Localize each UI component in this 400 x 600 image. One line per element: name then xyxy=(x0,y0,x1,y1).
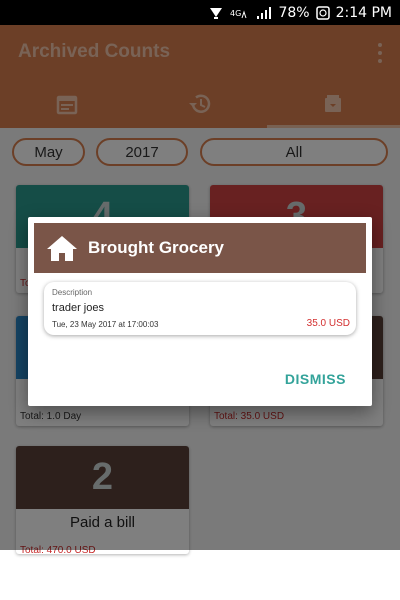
entry-detail-card: Description trader joes Tue, 23 May 2017… xyxy=(44,282,356,335)
detail-dialog: Brought Grocery Description trader joes … xyxy=(28,217,372,406)
entry-date: Tue, 23 May 2017 at 17:00:03 xyxy=(52,320,159,329)
description-value: trader joes xyxy=(52,302,104,314)
signal-icon xyxy=(256,6,272,20)
cast-icon xyxy=(208,6,224,20)
description-label: Description xyxy=(52,288,93,297)
dialog-header: Brought Grocery xyxy=(34,223,366,273)
alarm-icon xyxy=(315,5,330,20)
dialog-title: Brought Grocery xyxy=(88,238,225,257)
clock: 2:14 PM xyxy=(335,4,392,21)
battery-level: 78% xyxy=(278,4,310,21)
status-bar: 4G 78% 2:14 PM xyxy=(0,0,400,25)
svg-text:4G: 4G xyxy=(230,9,241,18)
screen: 4G 78% 2:14 PM Archived Counts May 20 xyxy=(0,0,400,600)
home-icon xyxy=(47,236,77,261)
entry-amount: 35.0 USD xyxy=(306,318,350,329)
network-type-icon: 4G xyxy=(230,6,250,20)
dismiss-button[interactable]: DISMISS xyxy=(285,371,346,387)
